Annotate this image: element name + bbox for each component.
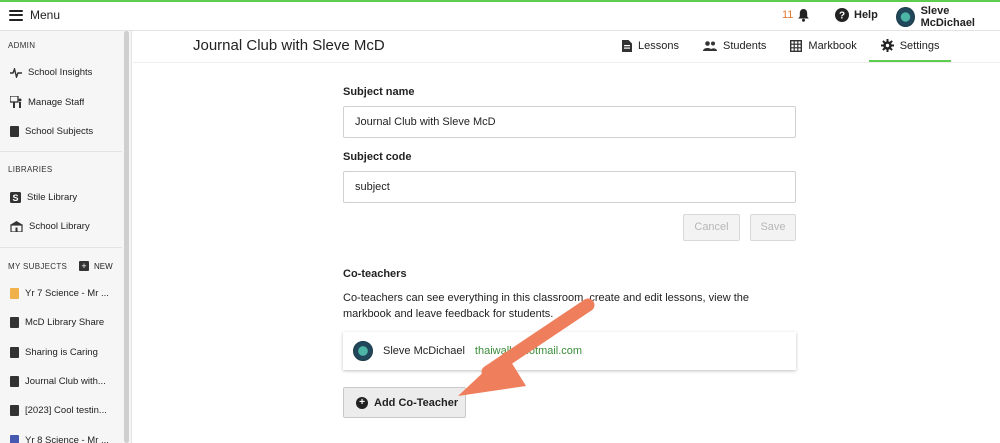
- sidebar-subject-item[interactable]: Yr 8 Science - Mr ...: [10, 435, 122, 443]
- sidebar-divider: [0, 151, 122, 152]
- book-icon: [10, 376, 19, 387]
- cancel-button[interactable]: Cancel: [683, 214, 740, 241]
- sidebar-subject-item[interactable]: Sharing is Caring: [10, 347, 122, 358]
- stile-logo-icon: S: [10, 192, 21, 203]
- menu-button[interactable]: Menu: [9, 8, 60, 22]
- sidebar-item-label: School Insights: [28, 67, 93, 78]
- tab-label: Settings: [899, 39, 940, 52]
- school-building-icon: [10, 221, 23, 232]
- avatar: [896, 7, 915, 27]
- save-button[interactable]: Save: [750, 214, 796, 241]
- book-icon: [10, 126, 19, 137]
- sidebar-divider: [0, 247, 122, 248]
- book-icon: [10, 347, 19, 358]
- tab-label: Lessons: [638, 40, 679, 52]
- header-divider: [133, 62, 1000, 63]
- subject-name-label: Subject name: [343, 86, 415, 98]
- notifications-button[interactable]: 11: [782, 8, 810, 22]
- coteachers-description: Co-teachers can see everything in this c…: [343, 292, 749, 320]
- tab-lessons[interactable]: Lessons: [610, 31, 691, 61]
- sidebar-subject-item[interactable]: [2023] Cool testin...: [10, 405, 122, 416]
- tab-settings[interactable]: Settings: [868, 31, 952, 63]
- sidebar-item-school-insights[interactable]: School Insights: [10, 67, 122, 78]
- coteacher-email: thaiwall@hotmail.com: [474, 345, 583, 357]
- tab-markbook[interactable]: Markbook: [778, 31, 868, 61]
- annotation-arrow-icon: [458, 298, 595, 396]
- user-menu[interactable]: Sleve McDichael: [896, 5, 1000, 29]
- new-subject-button[interactable]: + NEW: [79, 261, 113, 271]
- sidebar-scrollbar[interactable]: [124, 31, 129, 443]
- hamburger-icon: [9, 9, 23, 21]
- book-icon: [10, 435, 19, 443]
- sidebar-subject-label: McD Library Share: [25, 317, 105, 328]
- add-coteacher-label: Add Co-Teacher: [374, 396, 459, 409]
- sidebar-heading-admin: ADMIN: [8, 41, 36, 50]
- sidebar-heading-my-subjects: MY SUBJECTS: [8, 262, 68, 271]
- gear-icon: [880, 39, 894, 52]
- sidebar-item-school-library[interactable]: School Library: [10, 221, 122, 232]
- svg-text:?: ?: [839, 11, 845, 22]
- user-name: Sleve McDichael: [920, 5, 975, 29]
- sidebar-heading-libraries: LIBRARIES: [8, 165, 53, 174]
- page-title: Journal Club with Sleve McD: [193, 37, 385, 54]
- sidebar: ADMIN School Insights Manage Staff Schoo…: [0, 31, 132, 443]
- grid-icon: [790, 40, 803, 52]
- sidebar-subject-label: Yr 8 Science - Mr ...: [25, 435, 109, 443]
- menu-label: Menu: [30, 8, 61, 22]
- sidebar-item-label: School Subjects: [25, 126, 94, 137]
- people-icon: [702, 41, 717, 51]
- sidebar-item-label: School Library: [29, 221, 90, 232]
- sidebar-item-school-subjects[interactable]: School Subjects: [10, 126, 122, 137]
- help-label: Help: [854, 9, 878, 21]
- avatar: [353, 341, 373, 361]
- svg-text:S: S: [12, 193, 18, 203]
- sidebar-subject-item[interactable]: Journal Club with...: [10, 376, 122, 387]
- new-label: NEW: [94, 261, 113, 271]
- sidebar-subject-label: Journal Club with...: [25, 376, 106, 387]
- help-button[interactable]: ? Help: [835, 8, 878, 22]
- sidebar-item-label: Manage Staff: [28, 96, 85, 108]
- subject-tabs: Lessons Students Markbook Settings: [610, 31, 952, 63]
- pulse-icon: [10, 67, 22, 78]
- sidebar-subject-label: Yr 7 Science - Mr ...: [25, 288, 109, 299]
- sidebar-subject-label: Sharing is Caring: [25, 347, 98, 358]
- sidebar-item-label: Stile Library: [27, 192, 78, 203]
- add-coteacher-button[interactable]: + Add Co-Teacher: [343, 387, 466, 418]
- top-bar: Menu 11 ? Help Sleve McDichael: [0, 0, 1000, 31]
- bell-icon: [798, 9, 810, 22]
- coteacher-name: Sleve McDichael: [383, 345, 465, 357]
- coteachers-heading: Co-teachers: [343, 268, 407, 280]
- plus-circle-icon: +: [356, 396, 368, 409]
- tab-label: Markbook: [808, 40, 857, 52]
- document-icon: [622, 40, 632, 52]
- coteacher-row: Sleve McDichael thaiwall@hotmail.com: [343, 332, 796, 370]
- staff-icon: [10, 96, 22, 108]
- plus-icon: +: [79, 261, 89, 271]
- sidebar-subject-item[interactable]: McD Library Share: [10, 317, 122, 328]
- sidebar-item-stile-library[interactable]: S Stile Library: [10, 192, 122, 203]
- book-icon: [10, 317, 19, 328]
- sidebar-subject-label: [2023] Cool testin...: [25, 405, 107, 416]
- sidebar-subject-item[interactable]: Yr 7 Science - Mr ...: [10, 288, 122, 299]
- subject-name-input[interactable]: [343, 106, 796, 138]
- notification-count: 11: [782, 9, 794, 21]
- tab-students[interactable]: Students: [691, 31, 778, 61]
- subject-code-label: Subject code: [343, 151, 412, 163]
- tab-label: Students: [722, 40, 767, 52]
- book-icon: [10, 405, 19, 416]
- sidebar-item-manage-staff[interactable]: Manage Staff: [10, 96, 122, 108]
- help-icon: ?: [835, 8, 849, 22]
- book-icon: [10, 288, 19, 299]
- subject-code-input[interactable]: [343, 171, 796, 203]
